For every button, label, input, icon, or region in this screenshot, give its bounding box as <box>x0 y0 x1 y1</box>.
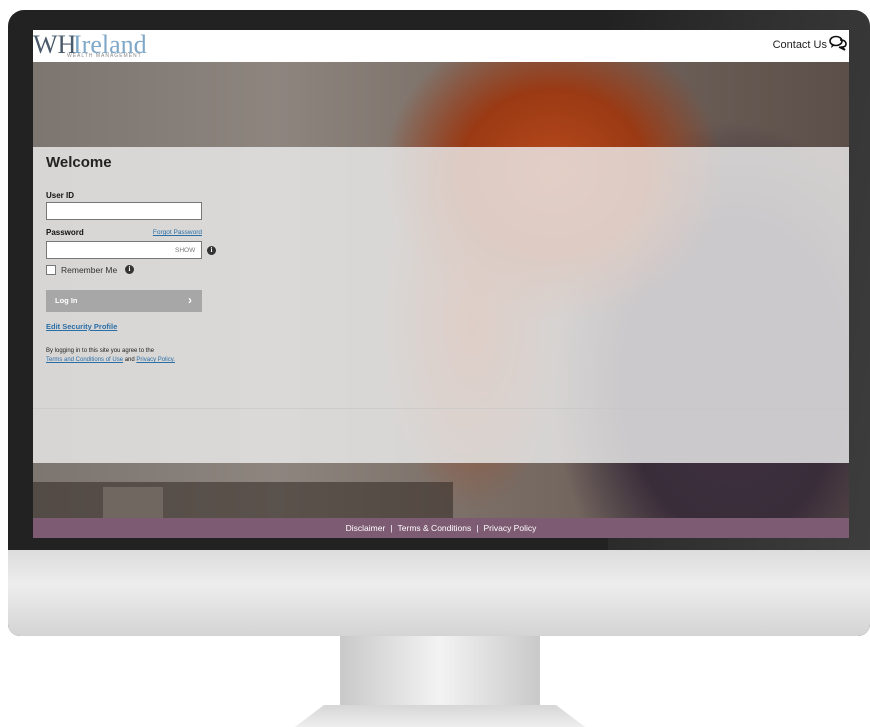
log-in-label: Log In <box>55 296 78 305</box>
logo-tagline: WEALTH MANAGEMENT <box>67 53 142 59</box>
contact-us-link[interactable]: Contact Us <box>773 39 827 51</box>
chevron-right-icon: › <box>188 293 192 307</box>
footer-privacy-link[interactable]: Privacy Policy <box>483 523 536 533</box>
band-divider <box>33 408 849 409</box>
welcome-heading: Welcome <box>46 154 112 171</box>
monitor-stand-base <box>295 705 585 727</box>
userid-input[interactable] <box>46 202 202 220</box>
info-icon[interactable]: i <box>207 246 216 255</box>
chat-bubbles-icon[interactable] <box>829 35 847 51</box>
terms-of-use-link[interactable]: Terms and Conditions of Use <box>46 357 123 363</box>
show-password-toggle[interactable]: SHOW <box>175 247 195 254</box>
privacy-policy-link[interactable]: Privacy Policy. <box>136 357 175 363</box>
screen: WH Ireland WEALTH MANAGEMENT Contact Us … <box>33 30 849 538</box>
site-header: WH Ireland WEALTH MANAGEMENT Contact Us <box>33 30 849 62</box>
footer-separator: | <box>476 523 479 533</box>
site-footer: Disclaimer | Terms & Conditions | Privacy Po… <box>33 518 849 538</box>
remember-me-checkbox[interactable] <box>46 265 56 275</box>
photo-shelf <box>33 482 453 518</box>
password-label: Password <box>46 228 84 237</box>
monitor-stand-neck <box>340 636 540 706</box>
agreement-text: By logging in to this site you agree to … <box>46 348 155 354</box>
and-text: and <box>123 357 137 363</box>
info-icon[interactable]: i <box>125 265 134 274</box>
agreement-links: Terms and Conditions of Use and Privacy … <box>46 357 175 363</box>
monitor-chin <box>8 550 870 636</box>
footer-separator: | <box>390 523 393 533</box>
userid-label: User ID <box>46 191 75 200</box>
footer-disclaimer-link[interactable]: Disclaimer <box>346 523 386 533</box>
log-in-button[interactable]: Log In › <box>46 290 202 312</box>
login-form: Welcome User ID Password Forgot Password… <box>46 154 226 363</box>
footer-terms-link[interactable]: Terms & Conditions <box>398 523 472 533</box>
forgot-password-link[interactable]: Forgot Password <box>153 229 202 236</box>
edit-security-profile-link[interactable]: Edit Security Profile <box>46 322 117 331</box>
remember-me-label[interactable]: Remember Me <box>61 265 117 275</box>
